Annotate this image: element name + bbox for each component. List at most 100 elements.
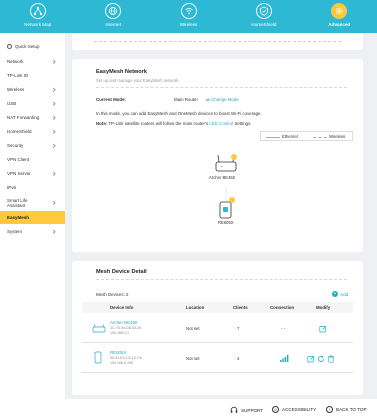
edit-icon[interactable]	[319, 325, 327, 333]
accessibility-label: ACCESSIBILITY	[282, 407, 317, 412]
sidebar: Quick Setup Network TP-Link ID Wireless …	[0, 33, 65, 420]
add-device-button[interactable]: + Add	[332, 291, 348, 297]
device-name: Archer BE450	[110, 320, 138, 325]
satellite-name: RE605X	[218, 220, 234, 225]
column-header: Device Info	[110, 305, 134, 310]
range-extender-icon	[219, 201, 232, 219]
sidebar-item-label: VPN Client	[7, 157, 30, 162]
nav-internet[interactable]: Internet	[75, 0, 150, 33]
support-label: SUPPORT	[241, 407, 264, 413]
sidebar-item-label: Quick Setup	[15, 44, 40, 49]
nav-wireless[interactable]: Wireless	[151, 0, 226, 33]
wifi-icon	[180, 3, 197, 19]
sidebar-item-label: IPv6	[7, 185, 17, 190]
signal-strength-icon	[280, 355, 289, 362]
device-mac: 50-91-E3-C5-1C-F8	[110, 356, 142, 360]
sidebar-item-usb[interactable]: USB	[0, 98, 65, 109]
sidebar-item-quick-setup[interactable]: Quick Setup	[0, 41, 65, 52]
sidebar-item-smart-life-assistant[interactable]: Smart Life Assistant	[0, 195, 65, 211]
sidebar-item-label: EasyMesh	[7, 215, 30, 220]
chevron-right-icon	[51, 129, 56, 134]
sidebar-item-label: Network	[7, 59, 24, 64]
accessibility-icon: ☺	[272, 406, 279, 413]
column-header: Modify	[316, 305, 331, 310]
router-icon	[92, 324, 106, 333]
nav-label: Internet	[105, 22, 121, 27]
sidebar-item-label: HomeShield	[7, 129, 32, 134]
sidebar-item-security[interactable]: Security	[0, 140, 65, 151]
quick-setup-icon	[7, 44, 12, 49]
shield-icon	[255, 3, 272, 19]
column-header: Clients	[233, 305, 248, 310]
sidebar-item-label: Security	[7, 143, 24, 148]
back-to-top-label: BACK TO TOP	[336, 407, 367, 412]
device-ip: 192.168.0.1	[110, 331, 129, 335]
sidebar-item-system[interactable]: System	[0, 226, 65, 237]
device-clients: 4	[237, 356, 240, 361]
section-title: Mesh Device Detail	[96, 269, 147, 275]
globe-icon	[105, 3, 122, 19]
sidebar-item-label: System	[7, 229, 23, 234]
chevron-right-icon	[51, 87, 56, 92]
nav-network-map[interactable]: Network Map	[0, 0, 75, 33]
add-label: Add	[340, 291, 349, 297]
sidebar-item-nat-forwarding[interactable]: NAT Forwarding	[0, 112, 65, 123]
table-header: Device Info Location Clients Connection …	[82, 302, 353, 313]
nav-homeshield[interactable]: HomeShield	[226, 0, 301, 33]
sidebar-item-label: Smart Life Assistant	[7, 198, 28, 208]
sidebar-item-wireless[interactable]: Wireless	[0, 84, 65, 95]
column-header: Location	[186, 305, 205, 310]
sidebar-item-easymesh[interactable]: EasyMesh	[0, 211, 65, 224]
sidebar-item-vpn-server[interactable]: VPN Server	[0, 168, 65, 179]
chevron-right-icon	[51, 143, 56, 148]
sidebar-item-homeshield[interactable]: HomeShield	[0, 126, 65, 137]
divider	[94, 41, 341, 42]
footer: SUPPORT ☺ ACCESSIBILITY ↑ BACK TO TOP	[0, 399, 377, 420]
previous-section-card	[72, 33, 363, 50]
device-location: Not set	[186, 326, 200, 331]
accessibility-link[interactable]: ☺ ACCESSIBILITY	[272, 406, 316, 413]
delete-icon[interactable]	[327, 355, 335, 363]
table-row: RE605X 50-91-E3-C5-1C-F8 192.168.0.199 N…	[82, 345, 353, 373]
range-extender-icon	[94, 351, 102, 364]
reboot-icon[interactable]	[317, 355, 325, 363]
headset-icon	[230, 406, 238, 413]
chevron-right-icon	[51, 229, 56, 234]
status-badge	[231, 154, 237, 160]
status-badge	[229, 197, 235, 203]
sidebar-item-label: NAT Forwarding	[7, 115, 40, 120]
device-name: RE605X	[110, 350, 127, 355]
sidebar-item-label: USB	[7, 101, 17, 106]
sidebar-item-vpn-client[interactable]: VPN Client	[0, 154, 65, 165]
device-ip: 192.168.0.199	[110, 361, 133, 365]
sidebar-item-label: Wireless	[7, 87, 25, 92]
main-router-name: Archer BE450	[209, 175, 236, 180]
mesh-devices-count: Mesh Devices: 2	[96, 292, 129, 297]
nav-label: Wireless	[179, 22, 198, 27]
device-location: Not set	[186, 356, 200, 361]
support-link[interactable]: SUPPORT	[230, 406, 263, 414]
divider	[96, 279, 347, 280]
arrow-up-icon: ↑	[326, 406, 333, 413]
sidebar-item-ipv6[interactable]: IPv6	[0, 182, 65, 193]
top-navigation: Network Map Internet Wireless HomeShield…	[0, 0, 377, 33]
sidebar-item-label: TP-Link ID	[7, 73, 29, 78]
easymesh-network-card: EasyMesh Network Set up and manage your …	[72, 59, 363, 252]
sidebar-item-tplink-id[interactable]: TP-Link ID	[0, 70, 65, 81]
sidebar-item-network[interactable]: Network	[0, 56, 65, 67]
chevron-right-icon	[51, 200, 56, 205]
column-header: Connection	[270, 305, 295, 310]
nav-label: Advanced	[328, 22, 351, 27]
back-to-top-link[interactable]: ↑ BACK TO TOP	[326, 406, 367, 413]
nav-advanced[interactable]: Advanced	[302, 0, 377, 33]
chevron-right-icon	[51, 101, 56, 106]
network-map-icon	[29, 3, 46, 19]
edit-icon[interactable]	[307, 355, 315, 363]
gear-icon	[331, 3, 348, 19]
plus-icon: +	[332, 291, 338, 297]
table-row: Archer BE450 3C-78-95-D8-53-26 192.168.0…	[82, 315, 353, 343]
device-connection: - -	[281, 326, 286, 331]
device-mac: 3C-78-95-D8-53-26	[110, 326, 142, 330]
chevron-right-icon	[51, 171, 56, 176]
chevron-right-icon	[51, 59, 56, 64]
